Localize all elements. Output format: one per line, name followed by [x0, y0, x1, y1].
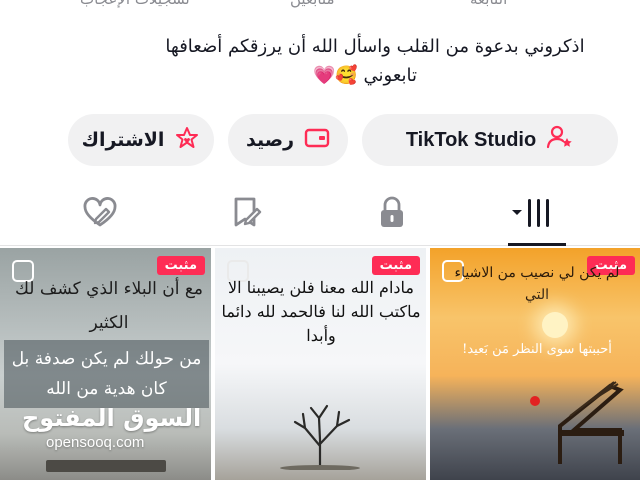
balance-button[interactable]: رصيد — [228, 114, 348, 166]
video-caption-3b: أحببتها سوى النظر مَن بَعيد! — [462, 342, 612, 357]
watermark-arabic: السوق المفتوح — [22, 404, 202, 432]
table-shape — [46, 460, 166, 472]
followers-label[interactable]: متابعين — [290, 0, 335, 8]
favorites-bookmark-icon — [230, 196, 266, 234]
flower-shape — [530, 396, 540, 406]
subscription-button[interactable]: الاشتراك — [68, 114, 214, 166]
video-thumbnail-3[interactable]: مثبت لم يكن لي نصيب من الاشياء التي أحبب… — [430, 248, 640, 480]
profile-stats: تسجيلات الإعجاب متابعين التابعة — [0, 0, 640, 14]
tab-private[interactable] — [357, 190, 427, 240]
tab-liked[interactable] — [65, 190, 135, 240]
profile-bio: اذكروني بدعوة من القلب واسأل الله أن يرز… — [0, 36, 640, 88]
following-label[interactable]: التابعة — [470, 0, 507, 8]
likes-label[interactable]: تسجيلات الإعجاب — [80, 0, 190, 8]
sun-shape — [542, 312, 568, 338]
tiktok-studio-button[interactable]: TikTok Studio — [362, 114, 618, 166]
private-lock-icon — [377, 196, 407, 234]
active-tab-indicator — [508, 243, 566, 246]
watermark: السوق المفتوح opensooq.com — [22, 404, 201, 451]
tab-favorites[interactable] — [213, 190, 283, 240]
video-caption-1a: مع أن البلاء الذي كشف لك الكثير — [14, 279, 204, 333]
pinned-badge: مثبت — [371, 256, 420, 275]
subscription-label: الاشتراك — [81, 129, 165, 151]
liked-heart-icon — [82, 197, 118, 233]
bio-line-1: اذكروني بدعوة من القلب واسأل الله أن يرز… — [165, 36, 585, 57]
tab-posts[interactable] — [498, 190, 568, 240]
bio-line-2: تابعوني 🥰💗 — [312, 65, 418, 86]
profile-tabs — [0, 190, 640, 246]
video-caption-3a: لم يكن لي نصيب من الاشياء التي — [454, 265, 620, 303]
bench-illustration — [550, 376, 630, 470]
user-star-icon — [546, 124, 574, 156]
video-caption-1b: من حولك لم يكن صدفة بل كان هدية من الله — [4, 340, 209, 408]
video-thumbnail-1[interactable]: مثبت مع أن البلاء الذي كشف لك الكثير من … — [0, 248, 211, 480]
balance-label: رصيد — [245, 129, 295, 151]
video-thumbnail-2[interactable]: مثبت مادام الله معنا فلن يصيبنا الا ماكت… — [215, 248, 426, 480]
video-caption-2: مادام الله معنا فلن يصيبنا الا ماكتب الل… — [221, 278, 421, 345]
grid-posts-icon — [510, 196, 556, 234]
tiktok-studio-label: TikTok Studio — [405, 128, 537, 151]
video-grid: مثبت مع أن البلاء الذي كشف لك الكثير من … — [0, 248, 640, 480]
star-heart-icon — [174, 125, 200, 156]
wallet-icon — [304, 126, 330, 155]
tree-illustration — [275, 400, 365, 474]
watermark-url: opensooq.com — [46, 434, 145, 451]
